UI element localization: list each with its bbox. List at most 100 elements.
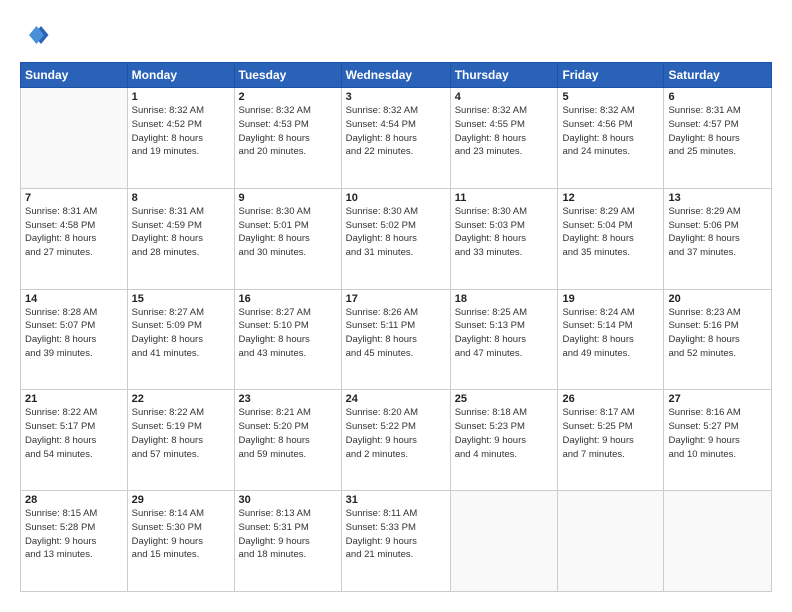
day-of-week-saturday: Saturday [664, 63, 772, 88]
day-number: 21 [25, 393, 123, 405]
day-of-week-tuesday: Tuesday [234, 63, 341, 88]
day-info: Sunrise: 8:28 AM Sunset: 5:07 PM Dayligh… [25, 306, 123, 361]
calendar-cell: 1Sunrise: 8:32 AM Sunset: 4:52 PM Daylig… [127, 88, 234, 189]
calendar-cell: 20Sunrise: 8:23 AM Sunset: 5:16 PM Dayli… [664, 289, 772, 390]
calendar-header: SundayMondayTuesdayWednesdayThursdayFrid… [21, 63, 772, 88]
calendar-cell: 9Sunrise: 8:30 AM Sunset: 5:01 PM Daylig… [234, 188, 341, 289]
day-number: 10 [346, 192, 446, 204]
day-of-week-thursday: Thursday [450, 63, 558, 88]
day-number: 6 [668, 91, 767, 103]
day-info: Sunrise: 8:16 AM Sunset: 5:27 PM Dayligh… [668, 406, 767, 461]
calendar-cell: 18Sunrise: 8:25 AM Sunset: 5:13 PM Dayli… [450, 289, 558, 390]
day-info: Sunrise: 8:22 AM Sunset: 5:19 PM Dayligh… [132, 406, 230, 461]
calendar-week-3: 14Sunrise: 8:28 AM Sunset: 5:07 PM Dayli… [21, 289, 772, 390]
day-number: 24 [346, 393, 446, 405]
calendar-cell [450, 491, 558, 592]
calendar-cell: 3Sunrise: 8:32 AM Sunset: 4:54 PM Daylig… [341, 88, 450, 189]
day-info: Sunrise: 8:15 AM Sunset: 5:28 PM Dayligh… [25, 507, 123, 562]
day-info: Sunrise: 8:31 AM Sunset: 4:58 PM Dayligh… [25, 205, 123, 260]
day-number: 11 [455, 192, 554, 204]
calendar-cell: 4Sunrise: 8:32 AM Sunset: 4:55 PM Daylig… [450, 88, 558, 189]
calendar-cell: 31Sunrise: 8:11 AM Sunset: 5:33 PM Dayli… [341, 491, 450, 592]
calendar-cell: 24Sunrise: 8:20 AM Sunset: 5:22 PM Dayli… [341, 390, 450, 491]
day-number: 31 [346, 494, 446, 506]
calendar-cell: 2Sunrise: 8:32 AM Sunset: 4:53 PM Daylig… [234, 88, 341, 189]
day-number: 18 [455, 293, 554, 305]
day-of-week-sunday: Sunday [21, 63, 128, 88]
day-info: Sunrise: 8:11 AM Sunset: 5:33 PM Dayligh… [346, 507, 446, 562]
day-info: Sunrise: 8:18 AM Sunset: 5:23 PM Dayligh… [455, 406, 554, 461]
day-info: Sunrise: 8:32 AM Sunset: 4:54 PM Dayligh… [346, 104, 446, 159]
day-info: Sunrise: 8:32 AM Sunset: 4:52 PM Dayligh… [132, 104, 230, 159]
calendar-cell: 8Sunrise: 8:31 AM Sunset: 4:59 PM Daylig… [127, 188, 234, 289]
day-info: Sunrise: 8:29 AM Sunset: 5:04 PM Dayligh… [562, 205, 659, 260]
day-info: Sunrise: 8:30 AM Sunset: 5:03 PM Dayligh… [455, 205, 554, 260]
calendar-cell: 11Sunrise: 8:30 AM Sunset: 5:03 PM Dayli… [450, 188, 558, 289]
day-number: 19 [562, 293, 659, 305]
day-number: 8 [132, 192, 230, 204]
day-info: Sunrise: 8:32 AM Sunset: 4:56 PM Dayligh… [562, 104, 659, 159]
day-number: 16 [239, 293, 337, 305]
logo [20, 20, 54, 50]
day-number: 1 [132, 91, 230, 103]
day-info: Sunrise: 8:23 AM Sunset: 5:16 PM Dayligh… [668, 306, 767, 361]
calendar-cell: 5Sunrise: 8:32 AM Sunset: 4:56 PM Daylig… [558, 88, 664, 189]
day-number: 26 [562, 393, 659, 405]
calendar-cell: 17Sunrise: 8:26 AM Sunset: 5:11 PM Dayli… [341, 289, 450, 390]
calendar-cell: 30Sunrise: 8:13 AM Sunset: 5:31 PM Dayli… [234, 491, 341, 592]
calendar-cell [558, 491, 664, 592]
calendar-cell: 12Sunrise: 8:29 AM Sunset: 5:04 PM Dayli… [558, 188, 664, 289]
day-number: 14 [25, 293, 123, 305]
day-of-week-wednesday: Wednesday [341, 63, 450, 88]
calendar-cell: 25Sunrise: 8:18 AM Sunset: 5:23 PM Dayli… [450, 390, 558, 491]
calendar-week-4: 21Sunrise: 8:22 AM Sunset: 5:17 PM Dayli… [21, 390, 772, 491]
day-info: Sunrise: 8:30 AM Sunset: 5:01 PM Dayligh… [239, 205, 337, 260]
calendar: SundayMondayTuesdayWednesdayThursdayFrid… [20, 62, 772, 592]
header [20, 20, 772, 50]
logo-icon [20, 20, 50, 50]
day-info: Sunrise: 8:17 AM Sunset: 5:25 PM Dayligh… [562, 406, 659, 461]
day-number: 29 [132, 494, 230, 506]
calendar-cell: 16Sunrise: 8:27 AM Sunset: 5:10 PM Dayli… [234, 289, 341, 390]
calendar-week-5: 28Sunrise: 8:15 AM Sunset: 5:28 PM Dayli… [21, 491, 772, 592]
day-number: 27 [668, 393, 767, 405]
calendar-cell: 23Sunrise: 8:21 AM Sunset: 5:20 PM Dayli… [234, 390, 341, 491]
day-number: 22 [132, 393, 230, 405]
calendar-cell: 28Sunrise: 8:15 AM Sunset: 5:28 PM Dayli… [21, 491, 128, 592]
day-of-week-monday: Monday [127, 63, 234, 88]
day-number: 5 [562, 91, 659, 103]
calendar-cell: 6Sunrise: 8:31 AM Sunset: 4:57 PM Daylig… [664, 88, 772, 189]
day-info: Sunrise: 8:20 AM Sunset: 5:22 PM Dayligh… [346, 406, 446, 461]
calendar-cell: 13Sunrise: 8:29 AM Sunset: 5:06 PM Dayli… [664, 188, 772, 289]
calendar-week-2: 7Sunrise: 8:31 AM Sunset: 4:58 PM Daylig… [21, 188, 772, 289]
day-info: Sunrise: 8:24 AM Sunset: 5:14 PM Dayligh… [562, 306, 659, 361]
day-info: Sunrise: 8:30 AM Sunset: 5:02 PM Dayligh… [346, 205, 446, 260]
day-number: 4 [455, 91, 554, 103]
day-number: 9 [239, 192, 337, 204]
day-number: 28 [25, 494, 123, 506]
calendar-cell: 15Sunrise: 8:27 AM Sunset: 5:09 PM Dayli… [127, 289, 234, 390]
day-info: Sunrise: 8:26 AM Sunset: 5:11 PM Dayligh… [346, 306, 446, 361]
day-info: Sunrise: 8:32 AM Sunset: 4:55 PM Dayligh… [455, 104, 554, 159]
day-info: Sunrise: 8:31 AM Sunset: 4:57 PM Dayligh… [668, 104, 767, 159]
day-info: Sunrise: 8:27 AM Sunset: 5:10 PM Dayligh… [239, 306, 337, 361]
day-info: Sunrise: 8:31 AM Sunset: 4:59 PM Dayligh… [132, 205, 230, 260]
day-info: Sunrise: 8:13 AM Sunset: 5:31 PM Dayligh… [239, 507, 337, 562]
calendar-cell: 22Sunrise: 8:22 AM Sunset: 5:19 PM Dayli… [127, 390, 234, 491]
calendar-body: 1Sunrise: 8:32 AM Sunset: 4:52 PM Daylig… [21, 88, 772, 592]
calendar-cell: 29Sunrise: 8:14 AM Sunset: 5:30 PM Dayli… [127, 491, 234, 592]
day-info: Sunrise: 8:25 AM Sunset: 5:13 PM Dayligh… [455, 306, 554, 361]
header-row: SundayMondayTuesdayWednesdayThursdayFrid… [21, 63, 772, 88]
day-number: 25 [455, 393, 554, 405]
day-info: Sunrise: 8:21 AM Sunset: 5:20 PM Dayligh… [239, 406, 337, 461]
day-number: 3 [346, 91, 446, 103]
day-number: 30 [239, 494, 337, 506]
day-number: 15 [132, 293, 230, 305]
day-info: Sunrise: 8:14 AM Sunset: 5:30 PM Dayligh… [132, 507, 230, 562]
day-info: Sunrise: 8:29 AM Sunset: 5:06 PM Dayligh… [668, 205, 767, 260]
calendar-cell: 10Sunrise: 8:30 AM Sunset: 5:02 PM Dayli… [341, 188, 450, 289]
calendar-cell: 27Sunrise: 8:16 AM Sunset: 5:27 PM Dayli… [664, 390, 772, 491]
day-info: Sunrise: 8:27 AM Sunset: 5:09 PM Dayligh… [132, 306, 230, 361]
calendar-cell: 19Sunrise: 8:24 AM Sunset: 5:14 PM Dayli… [558, 289, 664, 390]
day-number: 13 [668, 192, 767, 204]
